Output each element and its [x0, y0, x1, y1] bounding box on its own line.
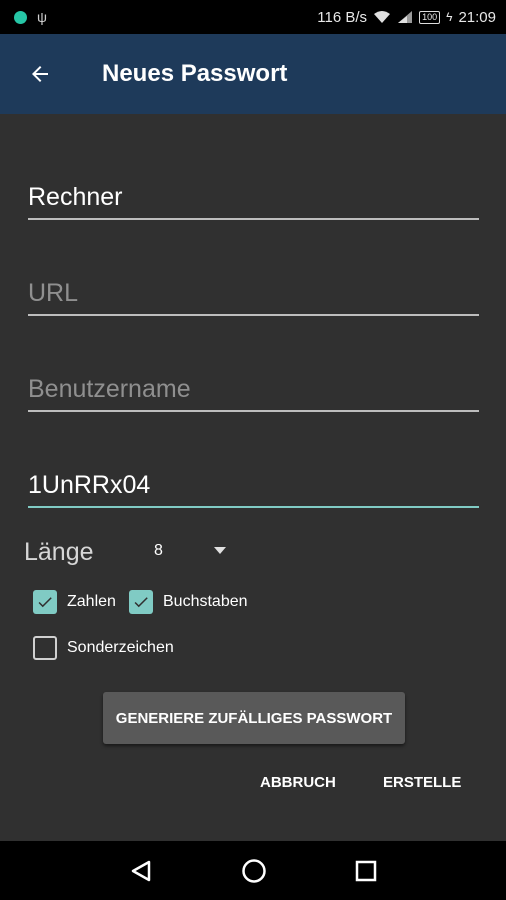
- checkbox-unchecked-icon: [33, 636, 57, 660]
- status-bar: ψ 116 B/s 100 ϟ 21:09: [0, 0, 506, 34]
- numbers-label: Zahlen: [67, 593, 116, 610]
- url-input[interactable]: [28, 266, 479, 314]
- signal-icon: [398, 11, 413, 23]
- special-chars-checkbox[interactable]: Sonderzeichen: [33, 636, 174, 660]
- charging-icon: ϟ: [446, 10, 453, 24]
- checkbox-checked-icon: [129, 590, 153, 614]
- arrow-back-icon: [32, 66, 48, 82]
- usb-icon: ψ: [37, 9, 47, 25]
- letters-checkbox[interactable]: Buchstaben: [129, 590, 248, 614]
- length-label: Länge: [24, 538, 94, 566]
- create-button[interactable]: ERSTELLE: [383, 774, 461, 791]
- checkbox-checked-icon: [33, 590, 57, 614]
- letters-label: Buchstaben: [163, 593, 248, 610]
- password-input[interactable]: [28, 458, 479, 506]
- back-button[interactable]: [0, 34, 80, 114]
- length-spinner[interactable]: 8: [148, 536, 238, 566]
- username-field-container: [28, 362, 479, 412]
- length-value: 8: [154, 542, 163, 559]
- password-field-container: [28, 458, 479, 508]
- network-speed: 116 B/s: [317, 8, 368, 26]
- clock: 21:09: [458, 8, 496, 26]
- battery-icon: 100: [419, 10, 441, 24]
- page-title: Neues Passwort: [102, 60, 288, 87]
- wifi-icon: [374, 11, 391, 23]
- nav-back-button[interactable]: [125, 855, 157, 887]
- system-nav-bar: [0, 841, 506, 900]
- nav-home-button[interactable]: [238, 855, 270, 887]
- name-field-container: [28, 170, 479, 220]
- dropdown-arrow-icon: [214, 547, 226, 554]
- name-input[interactable]: [28, 170, 479, 218]
- nav-recents-button[interactable]: [350, 855, 382, 887]
- form-container: Länge 8 Zahlen Buchstaben Sonderzeichen …: [0, 114, 506, 841]
- app-notification-icon: [14, 10, 27, 24]
- app-bar: Neues Passwort: [0, 34, 506, 114]
- url-field-container: [28, 266, 479, 316]
- home-circle-icon: [242, 859, 266, 883]
- username-input[interactable]: [28, 362, 479, 410]
- generate-password-button[interactable]: GENERIERE ZUFÄLLIGES PASSWORT: [103, 692, 405, 744]
- back-triangle-icon: [131, 860, 151, 882]
- special-chars-label: Sonderzeichen: [67, 639, 174, 656]
- recents-square-icon: [355, 860, 377, 882]
- numbers-checkbox[interactable]: Zahlen: [33, 590, 116, 614]
- cancel-button[interactable]: ABBRUCH: [260, 774, 336, 791]
